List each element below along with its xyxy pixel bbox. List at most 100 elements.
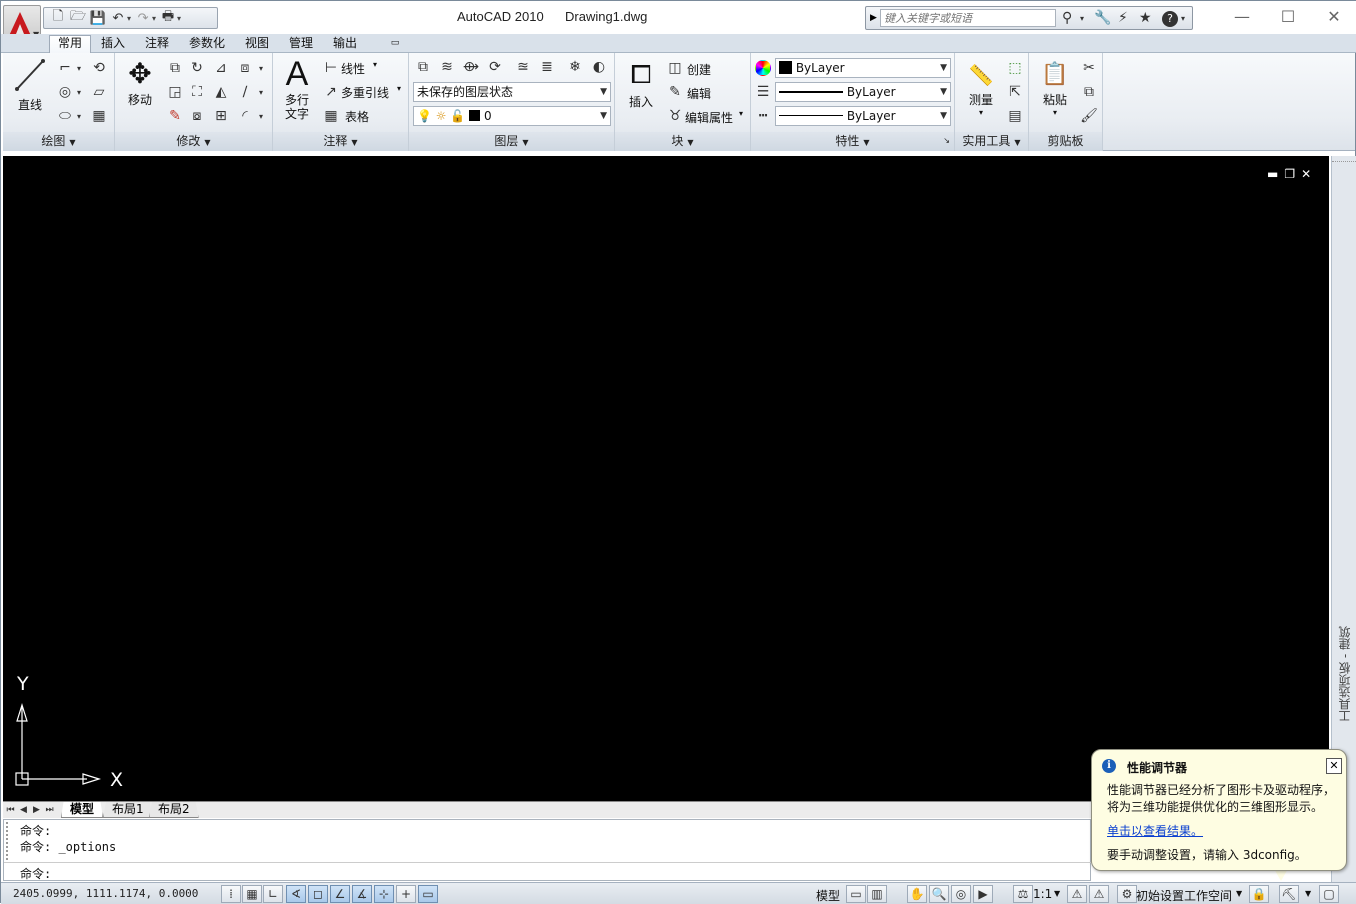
layer-freeze-icon[interactable]: ❄ [565, 57, 585, 77]
showmotion-icon[interactable]: ▶ [973, 885, 993, 903]
pan-icon[interactable]: ✋ [907, 885, 927, 903]
chevron-down-icon[interactable]: ▾ [152, 14, 156, 23]
first-tab-icon[interactable]: ⏮ [5, 804, 16, 816]
auto-scale-icon[interactable]: ⚠ [1089, 885, 1109, 903]
object-snap-tracking-icon[interactable]: ∡ [352, 885, 372, 903]
fillet-icon[interactable]: ◜ [235, 106, 255, 126]
tab-layout2[interactable]: 布局2 [149, 802, 199, 818]
tab-view[interactable]: 视图 [241, 36, 273, 53]
close-button[interactable]: ✕ [1311, 5, 1356, 29]
new-icon[interactable]: 🗋 [50, 9, 66, 26]
mtext-button[interactable]: A 多行 文字 [277, 55, 317, 121]
linetype-icon[interactable]: ┅ [753, 106, 773, 126]
stretch-icon[interactable]: ◲ [165, 82, 185, 102]
trim-icon[interactable]: ⊿ [211, 58, 231, 78]
chevron-down-icon[interactable]: ▾ [75, 106, 83, 126]
status-menu-icon[interactable]: ▼ [1305, 889, 1311, 898]
chevron-down-icon[interactable]: ▾ [75, 82, 83, 102]
explode-icon[interactable]: ∕ [235, 82, 255, 102]
copy-icon[interactable]: ⧉ [1079, 82, 1099, 102]
viewport-close-icon[interactable]: ✕ [1301, 167, 1317, 181]
layer-state-dropdown[interactable]: 未保存的图层状态 ▼ [413, 82, 611, 102]
panel-utilities-title[interactable]: 实用工具 ▼ [955, 132, 1028, 151]
ribbon-minimize-icon[interactable]: ▭ [387, 36, 403, 53]
edit-block-button[interactable]: 编辑 [687, 85, 711, 102]
last-tab-icon[interactable]: ⏭ [44, 804, 55, 816]
annotation-visibility-icon[interactable]: ⚠ [1067, 885, 1087, 903]
move-button[interactable]: ✥ 移动 [119, 57, 161, 108]
panel-annotation-title[interactable]: 注释 ▼ [273, 132, 408, 151]
lineweight-icon[interactable]: ☰ [753, 82, 773, 102]
grid-display-icon[interactable]: ∟ [263, 885, 283, 903]
quick-select-icon[interactable]: ⬚ [1005, 58, 1025, 78]
snap-mode-icon[interactable]: ▦ [242, 885, 262, 903]
create-block-button[interactable]: 创建 [687, 61, 711, 78]
copy-objects-icon[interactable]: ⧉ [165, 58, 185, 78]
linear-dimension-icon[interactable]: ⊢ [321, 58, 341, 78]
workspace-gear-icon[interactable]: ⚙ [1117, 885, 1137, 903]
chevron-down-icon[interactable]: ▾ [739, 109, 743, 118]
array-grid-icon[interactable]: ⊞ [211, 106, 231, 126]
toolbar-lock-icon[interactable]: 🔒 [1249, 885, 1269, 903]
chevron-down-icon[interactable]: ▾ [257, 58, 265, 78]
viewport-restore-icon[interactable]: ❐ [1284, 167, 1301, 181]
polar-tracking-icon[interactable]: ◻ [308, 885, 328, 903]
multileader-button[interactable]: 多重引线 [341, 84, 389, 101]
panel-clipboard-title[interactable]: 剪贴板 [1029, 132, 1102, 151]
object-snap-icon[interactable]: ∠ [330, 885, 350, 903]
binoculars-icon[interactable]: ⚲ [1062, 10, 1072, 26]
layer-change-icon[interactable]: ≣ [537, 57, 557, 77]
layer-dropdown[interactable]: 💡 ☼ 🔓 0 ▼ [413, 106, 611, 126]
lineweight-dropdown[interactable]: ByLayer ▼ [775, 82, 951, 102]
tab-manage[interactable]: 管理 [285, 36, 317, 53]
layer-isolate-icon[interactable]: ⟴ [461, 57, 481, 77]
offset-icon[interactable]: ⧇ [187, 106, 207, 126]
minimize-button[interactable]: — [1219, 5, 1265, 29]
workspace-switcher[interactable]: 初始设置工作空间 [1136, 887, 1232, 904]
model-space-button[interactable]: 模型 [816, 887, 840, 904]
chevron-down-icon[interactable]: ▾ [397, 84, 401, 93]
panel-draw-title[interactable]: 绘图 ▼ [3, 132, 114, 151]
tab-output[interactable]: 输出 [329, 36, 361, 53]
chevron-down-icon[interactable]: ▾ [1181, 14, 1185, 23]
ellipse-icon[interactable]: ⬭ [55, 106, 75, 126]
chevron-down-icon[interactable]: ▾ [373, 60, 377, 69]
polyline-icon[interactable]: ⌐ [55, 58, 75, 78]
tab-insert[interactable]: 插入 [97, 36, 129, 53]
tab-layout1[interactable]: 布局1 [103, 802, 153, 818]
linetype-dropdown[interactable]: ByLayer ▼ [775, 106, 951, 126]
select-similar-icon[interactable]: ⇱ [1005, 82, 1025, 102]
drawing-canvas[interactable] [3, 156, 1329, 802]
erase-icon[interactable]: ✎ [165, 106, 185, 126]
open-icon[interactable]: 🗁 [70, 9, 86, 26]
edit-attributes-button[interactable]: 编辑属性 [685, 109, 733, 126]
tab-annotate[interactable]: 注释 [141, 36, 173, 53]
communication-center-icon[interactable]: ⚡ [1118, 10, 1128, 26]
undo-icon[interactable]: ↶ [110, 10, 126, 26]
linear-dimension-button[interactable]: 线性 [341, 60, 365, 77]
cut-icon[interactable]: ✂ [1079, 58, 1099, 78]
color-wheel-icon[interactable] [755, 60, 771, 76]
chevron-down-icon[interactable]: ▼ [1054, 889, 1060, 898]
maximize-button[interactable]: ☐ [1265, 5, 1311, 29]
layer-match-icon[interactable]: ≊ [513, 57, 533, 77]
quick-view-drawings-icon[interactable]: ▥ [867, 885, 887, 903]
chevron-down-icon[interactable]: ▾ [75, 58, 83, 78]
chevron-down-icon[interactable]: ▾ [1080, 14, 1084, 23]
rotate-icon[interactable]: ↻ [187, 58, 207, 78]
insert-block-button[interactable]: ⧠ 插入 [621, 57, 661, 110]
chevron-down-icon[interactable]: ▾ [127, 14, 131, 23]
quick-view-layouts-icon[interactable]: ▭ [846, 885, 866, 903]
palette-grip[interactable] [1332, 156, 1356, 162]
command-grip[interactable] [6, 822, 12, 860]
help-icon[interactable]: ? [1162, 11, 1178, 27]
paste-button[interactable]: 📋 粘贴 ▾ [1033, 59, 1077, 117]
rectangle-icon[interactable]: ▱ [89, 82, 109, 102]
measure-button[interactable]: 📏 测量 ▾ [959, 59, 1003, 117]
create-block-icon[interactable]: ◫ [665, 58, 685, 78]
performance-tuner-icon[interactable]: ⛏ [1279, 885, 1299, 903]
calculator-icon[interactable]: ▤ [1005, 106, 1025, 126]
table-icon[interactable]: ▦ [321, 106, 341, 126]
next-tab-icon[interactable]: ▶ [31, 804, 42, 816]
array-icon[interactable]: ⧈ [235, 58, 255, 78]
